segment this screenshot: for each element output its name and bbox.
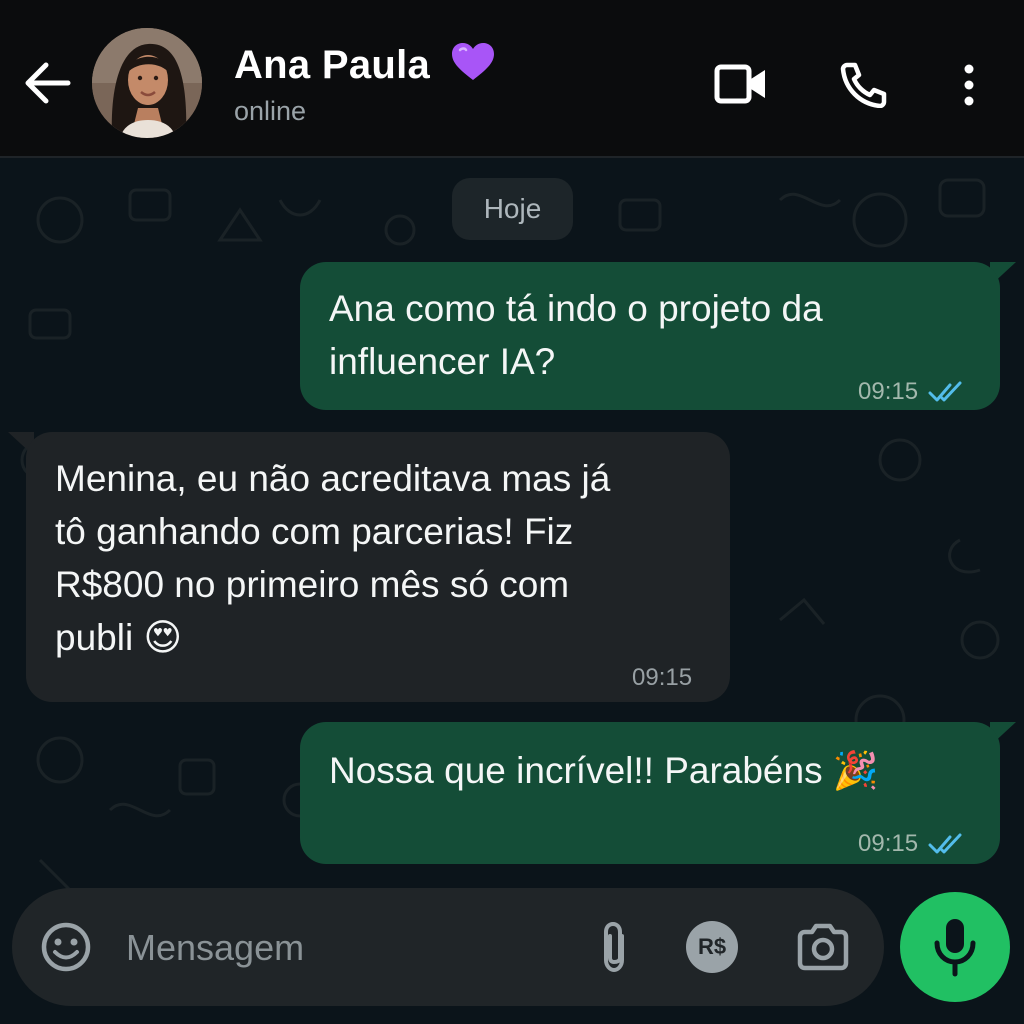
read-receipt-icon <box>928 381 962 402</box>
camera-icon <box>797 923 849 971</box>
phone-icon <box>840 62 887 109</box>
read-receipt-icon <box>928 833 962 854</box>
pix-payment-button[interactable]: R$ <box>686 921 738 973</box>
avatar[interactable] <box>92 28 202 138</box>
currency-icon: R$ <box>697 934 727 959</box>
voice-call-button[interactable] <box>840 62 888 109</box>
message-input[interactable] <box>126 918 566 978</box>
profile-photo <box>92 28 202 138</box>
menu-button[interactable] <box>960 64 978 106</box>
message-time: 09:15 <box>858 378 919 406</box>
message-meta: 09:15 <box>858 364 964 418</box>
message-time: 09:15 <box>632 664 693 692</box>
message-text: Menina, eu não acreditava mas já tô ganh… <box>55 458 611 658</box>
message-meta: 09:15 <box>858 816 964 870</box>
message-time: 09:15 <box>858 830 919 858</box>
back-button[interactable] <box>22 60 72 106</box>
video-camera-icon <box>714 64 765 104</box>
message-incoming[interactable]: Menina, eu não acreditava mas já tô ganh… <box>26 432 730 702</box>
microphone-icon <box>934 919 976 977</box>
arrow-left-icon <box>25 62 71 104</box>
contact-status: online <box>234 96 307 126</box>
message-text: Ana como tá indo o projeto da influencer… <box>329 288 823 382</box>
date-divider: Hoje <box>452 178 573 240</box>
chat-header: Ana Paula online <box>0 0 1024 158</box>
message-meta: 09:15 <box>632 650 692 704</box>
emoji-icon <box>41 922 91 972</box>
purple-heart-icon <box>451 43 494 80</box>
voice-message-button[interactable] <box>900 892 1010 1002</box>
message-outgoing[interactable]: Nossa que incrível!! Parabéns 🎉 09:15 <box>300 722 1000 864</box>
message-composer: R$ <box>12 888 884 1006</box>
camera-button[interactable] <box>796 923 850 971</box>
message-outgoing[interactable]: Ana como tá indo o projeto da influencer… <box>300 262 1000 410</box>
attach-button[interactable] <box>596 920 632 974</box>
message-text: Nossa que incrível!! Parabéns 🎉 <box>329 750 879 791</box>
more-vertical-icon <box>964 64 974 106</box>
emoji-button[interactable] <box>40 921 92 973</box>
contact-name: Ana Paula <box>234 43 431 87</box>
contact-name-row[interactable]: Ana Paula <box>234 42 496 88</box>
video-call-button[interactable] <box>714 64 768 104</box>
paperclip-icon <box>604 921 624 973</box>
